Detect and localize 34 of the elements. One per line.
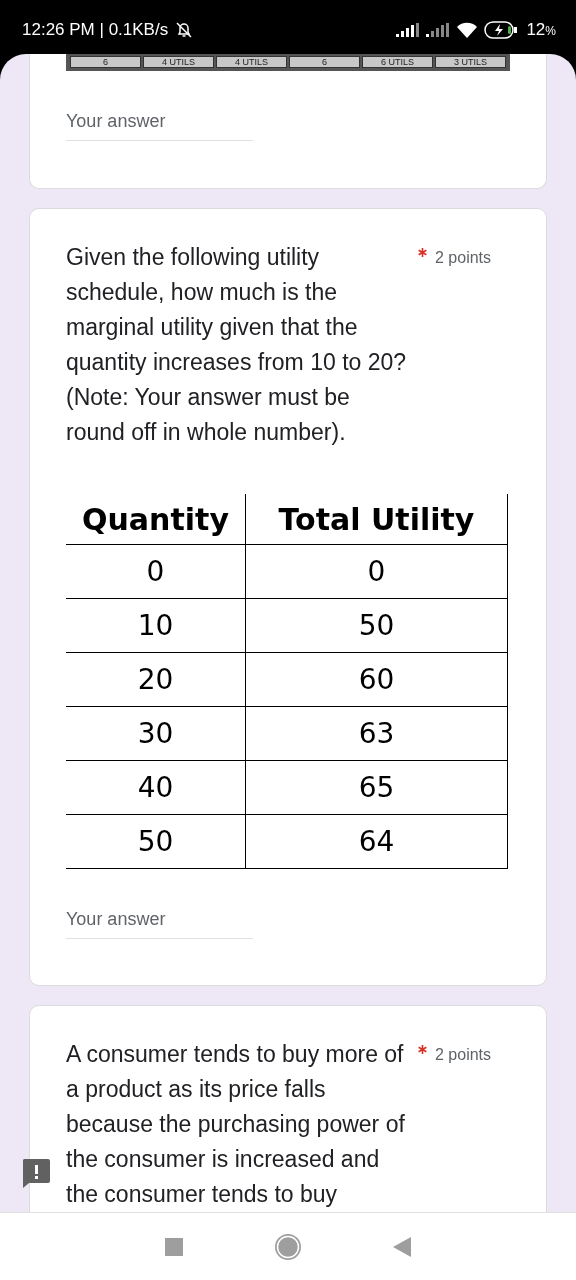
wifi-icon — [456, 22, 479, 38]
recents-button[interactable] — [165, 1237, 184, 1256]
status-time: 12:26 PM | 0.1KB/s — [22, 20, 169, 40]
table-cell: 50 — [66, 814, 246, 869]
table-cell: 40 — [66, 760, 246, 815]
table-cell: 4 UTILS — [216, 56, 287, 68]
question-text: A consumer tends to buy more of a product as its price falls because the purchasing power of the consumer is increased and the consumer tends to buy — [66, 1040, 406, 1209]
column-header: Quantity — [66, 494, 246, 545]
table-cell: 20 — [66, 652, 246, 707]
table-cell: 30 — [66, 706, 246, 761]
points-label: 2 points — [435, 248, 492, 268]
table-cell: 60 — [245, 652, 508, 707]
battery-icon — [484, 21, 519, 39]
table-cell: 6 — [289, 56, 360, 68]
table-cell: 65 — [245, 760, 508, 815]
question-text: Given the following utility schedule, how much is the marginal utility given that the quantity increases from 10 to 20? (Note: Your answer must be round off in whole number). — [66, 243, 408, 447]
table-cell: 6 UTILS — [362, 56, 433, 68]
column-header: Total Utility — [245, 494, 508, 545]
table-cell: 0 — [245, 544, 508, 599]
signal-icon — [396, 23, 421, 37]
table-cell: 0 — [66, 544, 246, 599]
report-icon[interactable] — [21, 1157, 51, 1189]
home-button[interactable] — [274, 1232, 302, 1261]
signal-icon — [426, 23, 451, 37]
table-cell: 3 UTILS — [435, 56, 506, 68]
table-cell: 6 — [70, 56, 141, 68]
table-cell: 64 — [245, 814, 508, 869]
points-label: 2 points — [435, 1045, 492, 1065]
table-cell: 63 — [245, 706, 508, 761]
battery-level: 12% — [526, 20, 556, 40]
back-button[interactable] — [392, 1236, 411, 1257]
table-cell: 4 UTILS — [143, 56, 214, 68]
table-cell: 10 — [66, 598, 246, 653]
table-cell: 50 — [245, 598, 508, 653]
